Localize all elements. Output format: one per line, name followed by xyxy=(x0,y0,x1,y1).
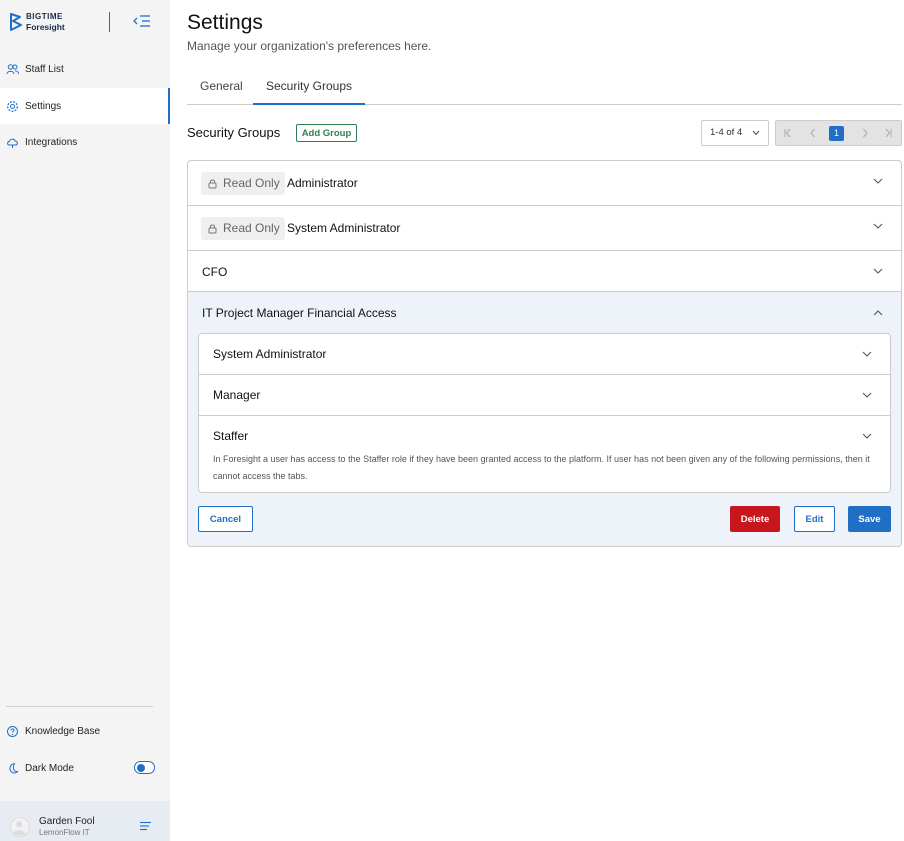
user-org: LemonFlow IT xyxy=(39,828,90,837)
chevron-down-icon xyxy=(862,433,872,439)
question-circle-icon xyxy=(7,725,18,737)
sidebar-item-staff-list[interactable]: Staff List xyxy=(0,51,170,87)
read-only-label: Read Only xyxy=(223,221,280,235)
role-name: System Administrator xyxy=(213,347,327,361)
group-row-system-administrator[interactable]: Read Only System Administrator xyxy=(188,206,901,251)
chevron-down-icon xyxy=(873,223,883,229)
logo-line-1: BIGTIME xyxy=(26,12,63,21)
chevron-down-icon xyxy=(862,351,872,357)
sidebar-item-label: Staff List xyxy=(25,63,64,75)
role-row-manager[interactable]: Manager xyxy=(199,375,890,416)
read-only-badge: Read Only xyxy=(201,172,285,195)
sidebar-item-label: Knowledge Base xyxy=(25,725,101,737)
page-range-label: 1-4 of 4 xyxy=(710,127,743,138)
page-subtitle: Manage your organization's preferences h… xyxy=(187,39,432,53)
user-name: Garden Fool xyxy=(39,816,95,827)
cancel-button[interactable]: Cancel xyxy=(198,506,253,532)
group-row-administrator[interactable]: Read Only Administrator xyxy=(188,161,901,206)
sidebar-item-label: Integrations xyxy=(25,136,78,148)
logo-divider xyxy=(109,12,110,32)
delete-button[interactable]: Delete xyxy=(730,506,780,532)
pagination: 1 xyxy=(775,120,902,146)
role-row-system-administrator[interactable]: System Administrator xyxy=(199,334,890,375)
read-only-label: Read Only xyxy=(223,176,280,190)
role-description: In Foresight a user has access to the St… xyxy=(213,454,870,481)
gear-icon xyxy=(7,100,18,112)
collapse-sidebar-icon[interactable] xyxy=(133,14,151,28)
lock-icon xyxy=(208,224,217,234)
last-page-icon[interactable] xyxy=(882,127,894,139)
roles-list: System Administrator Manager Staffer In … xyxy=(198,333,891,493)
bigtime-logo[interactable]: BIGTIME Foresight xyxy=(9,12,65,32)
role-name: Manager xyxy=(213,388,261,402)
sidebar-item-settings[interactable]: Settings xyxy=(0,88,170,124)
chevron-up-icon[interactable] xyxy=(873,309,883,316)
tab-security-groups[interactable]: Security Groups xyxy=(253,71,366,105)
logo-line-2: Foresight xyxy=(26,22,65,32)
user-avatar-icon xyxy=(12,821,26,836)
read-only-badge: Read Only xyxy=(201,217,285,240)
edit-button[interactable]: Edit xyxy=(794,506,835,532)
current-page[interactable]: 1 xyxy=(829,126,844,141)
cloud-icon xyxy=(7,138,18,148)
logo-mark-icon xyxy=(10,13,22,31)
chevron-down-icon xyxy=(752,130,760,136)
sidebar: BIGTIME Foresight Staff List Settings In… xyxy=(0,0,170,841)
tab-general[interactable]: General xyxy=(187,71,256,105)
add-group-button[interactable]: Add Group xyxy=(296,124,357,142)
save-button[interactable]: Save xyxy=(848,506,891,532)
sidebar-item-label: Settings xyxy=(25,100,62,112)
users-icon xyxy=(6,63,19,74)
group-name: CFO xyxy=(202,265,228,279)
group-name: Administrator xyxy=(287,176,358,190)
dark-mode-toggle[interactable] xyxy=(134,761,155,774)
avatar[interactable] xyxy=(10,817,30,837)
sidebar-item-label: Dark Mode xyxy=(25,762,74,774)
chevron-down-icon xyxy=(873,268,883,274)
page-title: Settings xyxy=(187,11,263,34)
chevron-down-icon xyxy=(873,178,883,184)
first-page-icon[interactable] xyxy=(782,127,794,139)
prev-page-icon[interactable] xyxy=(807,127,819,139)
page-range-select[interactable]: 1-4 of 4 xyxy=(701,120,769,146)
group-name: System Administrator xyxy=(287,221,401,235)
group-row-cfo[interactable]: CFO xyxy=(188,251,901,292)
lock-icon xyxy=(208,179,217,189)
sidebar-item-knowledge-base[interactable]: Knowledge Base xyxy=(0,713,170,749)
moon-icon xyxy=(9,762,19,774)
toggle-knob xyxy=(137,763,145,772)
sidebar-divider xyxy=(6,706,153,707)
section-title: Security Groups xyxy=(187,125,281,140)
group-row-it-project-manager: IT Project Manager Financial Access Syst… xyxy=(188,292,901,546)
role-row-staffer[interactable]: Staffer In Foresight a user has access t… xyxy=(199,416,890,492)
group-name[interactable]: IT Project Manager Financial Access xyxy=(202,306,397,320)
user-menu-icon[interactable] xyxy=(140,821,152,831)
security-groups-list: Read Only Administrator Read Only System… xyxy=(187,160,902,547)
next-page-icon[interactable] xyxy=(859,127,871,139)
role-name: Staffer xyxy=(213,429,249,443)
settings-tabs: General Security Groups xyxy=(187,71,902,105)
chevron-down-icon xyxy=(862,392,872,398)
sidebar-item-integrations[interactable]: Integrations xyxy=(0,124,170,160)
